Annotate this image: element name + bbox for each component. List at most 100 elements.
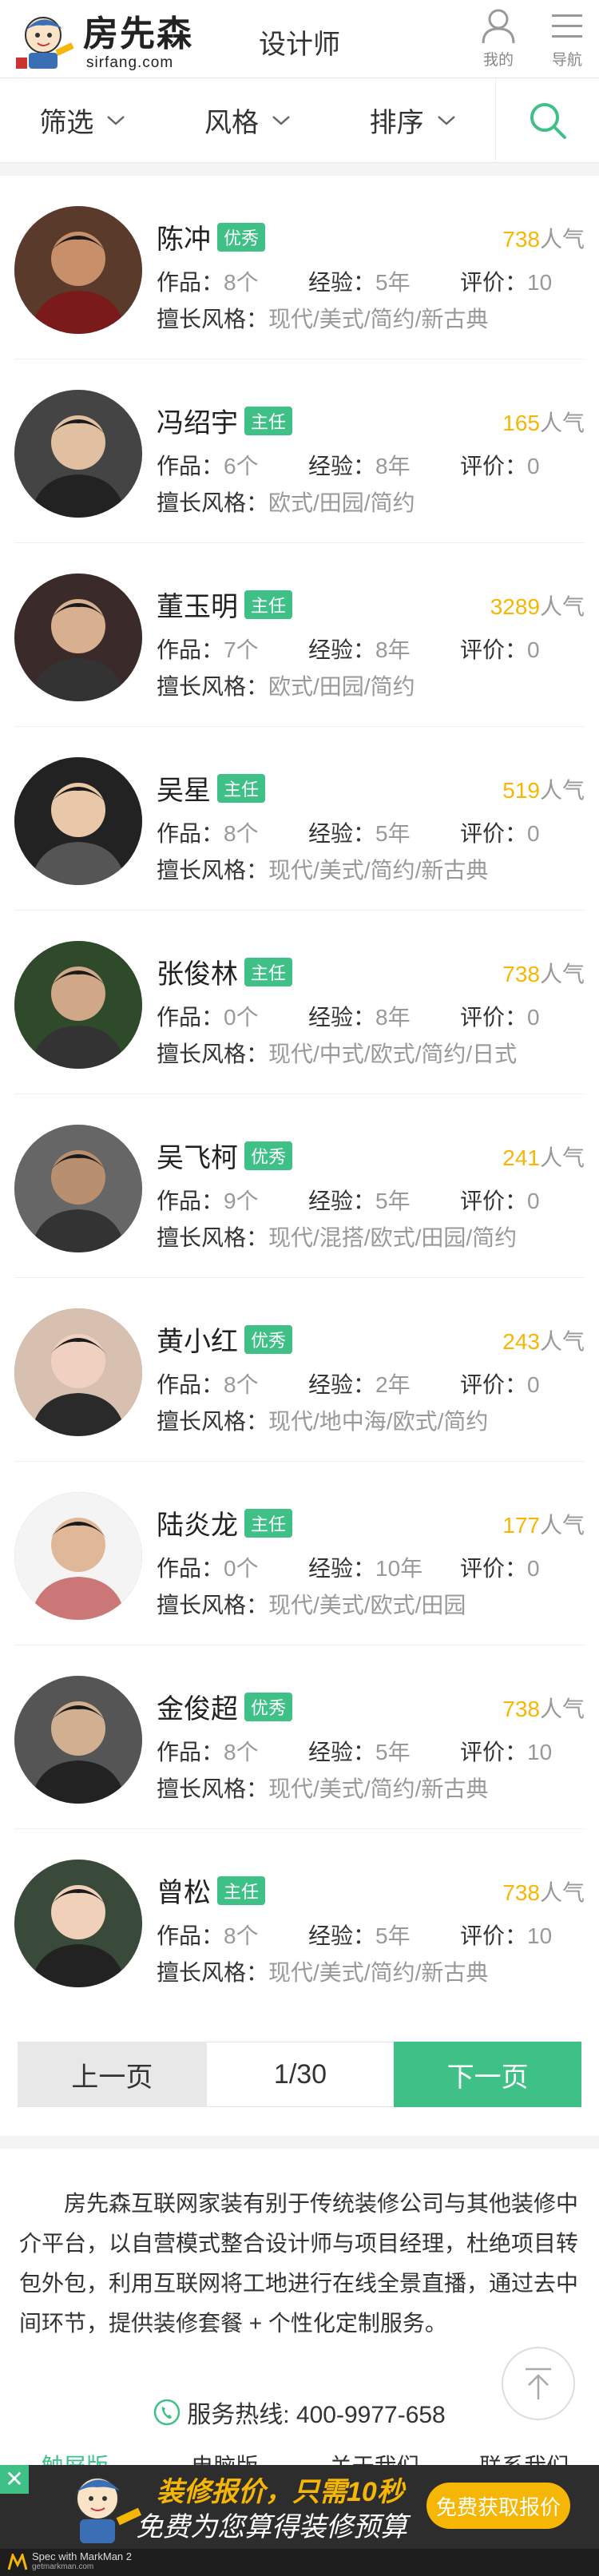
designer-name-text: 金俊超 bbox=[157, 1694, 238, 1725]
prev-page-button[interactable]: 上一页 bbox=[18, 2042, 207, 2107]
my-account-button[interactable]: 我的 bbox=[466, 8, 530, 75]
designer-item[interactable]: 黄小红 优秀 243人气 作品：8个 经验：2年 评价：0 擅长风格：现代/地中海… bbox=[14, 1278, 585, 1462]
designer-name[interactable]: 陈冲 优秀 bbox=[157, 217, 266, 256]
popularity-count: 738 bbox=[502, 227, 540, 252]
rating-stat: 评价：0 bbox=[460, 816, 540, 848]
portrait-icon bbox=[14, 574, 142, 701]
experience-value: 5年 bbox=[375, 1740, 411, 1764]
logo[interactable]: 房先森 sirfang.com bbox=[11, 10, 203, 72]
popularity-count: 738 bbox=[502, 1697, 540, 1721]
designer-item[interactable]: 曾松 主任 738人气 作品：8个 经验：5年 评价：10 擅长风格：现代/美式/… bbox=[14, 1829, 585, 2013]
portrait-icon bbox=[14, 206, 142, 334]
experience-label: 经验： bbox=[308, 454, 376, 478]
popularity-count: 241 bbox=[502, 1145, 540, 1170]
designer-popularity: 165人气 bbox=[502, 406, 585, 438]
close-icon[interactable]: ✕ bbox=[0, 2465, 29, 2494]
rating-stat: 评价：0 bbox=[460, 1551, 540, 1583]
designer-item[interactable]: 董玉明 主任 3289人气 作品：7个 经验：8年 评价：0 擅长风格：欧式/田园… bbox=[14, 543, 585, 727]
nav-menu-button[interactable]: 导航 bbox=[535, 8, 599, 75]
popularity-count: 738 bbox=[502, 1880, 540, 1905]
designer-name[interactable]: 曾松 主任 bbox=[157, 1871, 266, 1910]
about-text: 房先森互联网家装有别于传统装修公司与其他装修中介平台，以自营模式整合设计师与项目… bbox=[19, 2191, 579, 2336]
designer-name[interactable]: 吴飞柯 优秀 bbox=[157, 1136, 293, 1175]
works-value: 6个 bbox=[224, 454, 259, 478]
rating-value: 10 bbox=[527, 1923, 553, 1948]
designer-stats: 作品：8个 经验：5年 评价：0 bbox=[157, 816, 540, 848]
designer-avatar[interactable] bbox=[14, 1676, 142, 1804]
designer-item[interactable]: 陈冲 优秀 738人气 作品：8个 经验：5年 评价：10 擅长风格：现代/美式/… bbox=[14, 176, 585, 359]
experience-stat: 经验：5年 bbox=[308, 1919, 460, 1951]
designer-item[interactable]: 吴星 主任 519人气 作品：8个 经验：5年 评价：0 擅长风格：现代/美式/简… bbox=[14, 727, 585, 911]
rating-label: 评价： bbox=[460, 1005, 528, 1030]
styles-label: 擅长风格： bbox=[157, 1960, 269, 1985]
menu-icon bbox=[552, 14, 582, 38]
rating-label: 评价： bbox=[460, 1740, 528, 1764]
filter-dropdown[interactable]: 筛选 bbox=[0, 78, 165, 162]
designer-name[interactable]: 张俊林 主任 bbox=[157, 952, 293, 991]
designer-avatar[interactable] bbox=[14, 1860, 142, 1987]
designer-name[interactable]: 冯绍宇 主任 bbox=[157, 401, 293, 440]
works-label: 作品： bbox=[157, 454, 224, 478]
popularity-count: 243 bbox=[502, 1329, 540, 1354]
designer-item[interactable]: 冯绍宇 主任 165人气 作品：6个 经验：8年 评价：0 擅长风格：欧式/田园/… bbox=[14, 359, 585, 543]
designer-item[interactable]: 吴飞柯 优秀 241人气 作品：9个 经验：5年 评价：0 擅长风格：现代/混搭/… bbox=[14, 1094, 585, 1278]
designer-popularity: 3289人气 bbox=[490, 589, 585, 621]
get-quote-button[interactable]: 免费获取报价 bbox=[426, 2483, 570, 2529]
search-icon bbox=[530, 102, 566, 139]
designer-name[interactable]: 董玉明 主任 bbox=[157, 585, 293, 624]
styles-value: 现代/美式/欧式/田园 bbox=[268, 1593, 466, 1617]
designer-stats: 作品：0个 经验：10年 评价：0 bbox=[157, 1551, 540, 1583]
works-stat: 作品：0个 bbox=[157, 1000, 308, 1032]
popularity-label: 人气 bbox=[539, 1697, 585, 1721]
designer-stats: 作品：8个 经验：5年 评价：10 bbox=[157, 1735, 552, 1767]
portrait-icon bbox=[14, 1492, 142, 1620]
experience-label: 经验： bbox=[308, 270, 376, 295]
designer-avatar[interactable] bbox=[14, 206, 142, 334]
works-value: 8个 bbox=[224, 821, 259, 846]
styles-label: 擅长风格： bbox=[157, 858, 269, 883]
sort-dropdown[interactable]: 排序 bbox=[330, 78, 495, 162]
designer-name-text: 张俊林 bbox=[157, 959, 238, 990]
designer-item[interactable]: 张俊林 主任 738人气 作品：0个 经验：8年 评价：0 擅长风格：现代/中式/… bbox=[14, 911, 585, 1094]
designer-avatar[interactable] bbox=[14, 941, 142, 1069]
designer-item[interactable]: 金俊超 优秀 738人气 作品：8个 经验：5年 评价：10 擅长风格：现代/美式… bbox=[14, 1645, 585, 1829]
rating-label: 评价： bbox=[460, 637, 528, 662]
next-page-button[interactable]: 下一页 bbox=[394, 2042, 582, 2107]
promo-banner[interactable]: ✕ 装修报价，只需10秒 免费为您算得装修预算 免费获取报价 Spec with… bbox=[0, 2465, 599, 2576]
experience-stat: 经验：8年 bbox=[308, 633, 460, 665]
works-label: 作品： bbox=[157, 637, 224, 662]
designer-name[interactable]: 陆炎龙 主任 bbox=[157, 1503, 293, 1542]
popularity-label: 人气 bbox=[539, 227, 585, 252]
designer-avatar[interactable] bbox=[14, 757, 142, 885]
designer-avatar[interactable] bbox=[14, 390, 142, 518]
experience-label: 经验： bbox=[308, 1189, 376, 1213]
designer-styles: 擅长风格：现代/美式/简约/新古典 bbox=[157, 853, 488, 885]
designer-badge: 主任 bbox=[244, 590, 293, 619]
designer-styles: 擅长风格：欧式/田园/简约 bbox=[157, 486, 415, 518]
designer-avatar[interactable] bbox=[14, 1125, 142, 1252]
popularity-count: 3289 bbox=[490, 594, 540, 619]
rating-value: 0 bbox=[527, 821, 540, 846]
designer-avatar[interactable] bbox=[14, 1492, 142, 1620]
style-dropdown[interactable]: 风格 bbox=[165, 78, 331, 162]
designer-name[interactable]: 金俊超 优秀 bbox=[157, 1687, 293, 1726]
designer-avatar[interactable] bbox=[14, 574, 142, 701]
designer-item[interactable]: 陆炎龙 主任 177人气 作品：0个 经验：10年 评价：0 擅长风格：现代/美式… bbox=[14, 1462, 585, 1645]
works-stat: 作品：8个 bbox=[157, 816, 308, 848]
portrait-icon bbox=[14, 1308, 142, 1436]
search-button[interactable] bbox=[495, 78, 599, 162]
styles-value: 现代/地中海/欧式/简约 bbox=[268, 1409, 489, 1434]
experience-stat: 经验：5年 bbox=[308, 816, 460, 848]
designer-name-text: 黄小红 bbox=[157, 1327, 238, 1357]
designer-name[interactable]: 黄小红 优秀 bbox=[157, 1320, 293, 1359]
designer-avatar[interactable] bbox=[14, 1308, 142, 1436]
designer-stats: 作品：8个 经验：5年 评价：10 bbox=[157, 265, 552, 297]
popularity-label: 人气 bbox=[539, 962, 585, 986]
markman-watermark: Spec with MarkMan 2 getmarkman.com bbox=[0, 2549, 599, 2576]
popularity-label: 人气 bbox=[539, 594, 585, 619]
popularity-label: 人气 bbox=[539, 1513, 585, 1538]
designer-name[interactable]: 吴星 主任 bbox=[157, 768, 266, 808]
back-to-top-button[interactable] bbox=[502, 2347, 575, 2420]
works-stat: 作品：8个 bbox=[157, 1367, 308, 1399]
styles-label: 擅长风格： bbox=[157, 1776, 269, 1801]
